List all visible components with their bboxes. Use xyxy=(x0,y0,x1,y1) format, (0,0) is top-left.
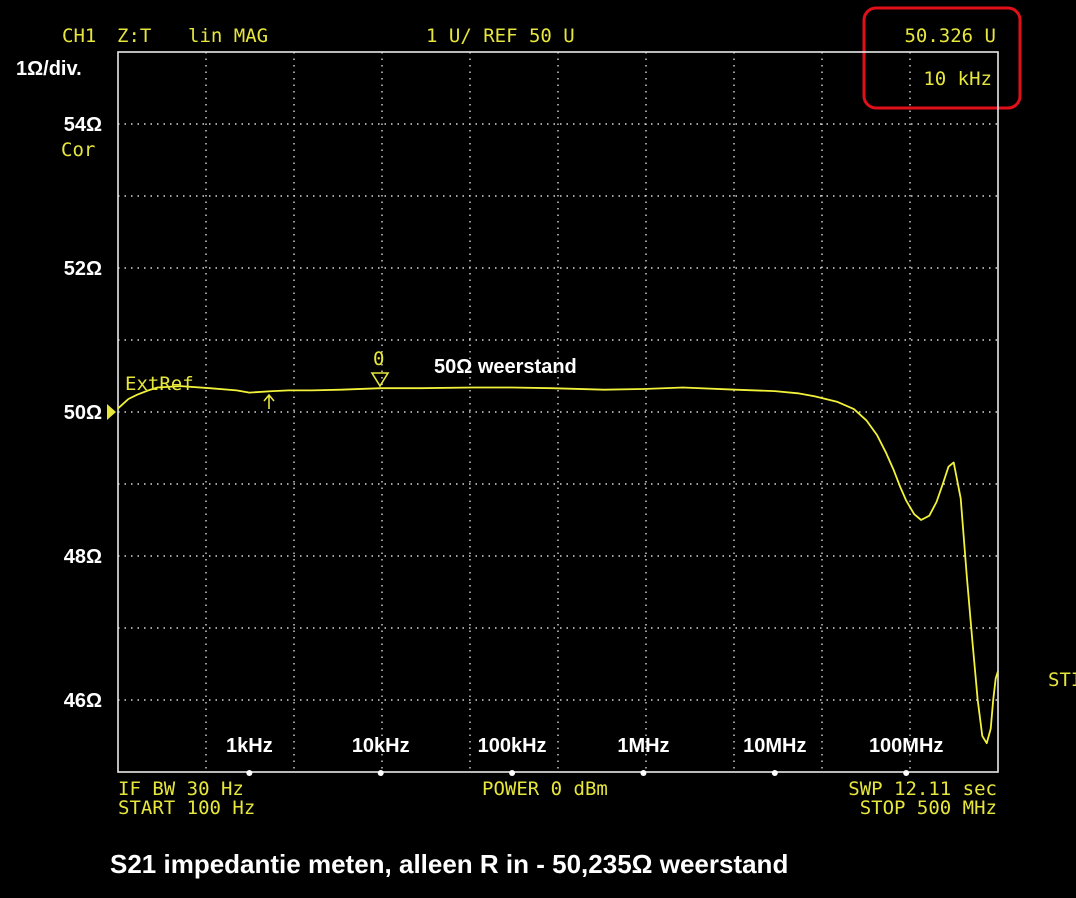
vna-screen: CH1 Z:T lin MAG 1 U/ REF 50 U 50.326 U 1… xyxy=(16,6,1076,879)
x-tick-dot xyxy=(377,770,384,776)
x-tick-label: 1kHz xyxy=(226,735,273,757)
marker-number: 0 xyxy=(373,348,384,370)
right-edge-label: STI xyxy=(1048,669,1076,691)
x-tick-label: 1MHz xyxy=(617,735,669,757)
x-tick-label: 10MHz xyxy=(743,735,806,757)
x-tick-dot xyxy=(903,770,910,776)
stop-label: STOP 500 MHz xyxy=(860,797,997,819)
x-tick-label: 10kHz xyxy=(352,735,410,757)
x-tick-dot xyxy=(771,770,778,776)
power-label: POWER 0 dBm xyxy=(482,778,608,800)
x-tick-dot xyxy=(246,770,253,776)
format-label: Z:T xyxy=(117,25,151,47)
div-label: 1Ω/div. xyxy=(16,58,82,80)
x-tick-label: 100MHz xyxy=(869,735,943,757)
y-tick-label: 52Ω xyxy=(64,258,102,280)
x-tick-dot xyxy=(640,770,647,776)
y-tick-label: 48Ω xyxy=(64,546,102,568)
extref-label: ExtRef xyxy=(125,373,194,395)
start-label: START 100 Hz xyxy=(118,797,255,819)
y-tick-label: 46Ω xyxy=(64,690,102,712)
y-tick-label: 54Ω xyxy=(64,114,102,136)
x-tick-dot xyxy=(509,770,516,776)
cor-label: Cor xyxy=(61,139,95,161)
y-tick-label: 50Ω xyxy=(64,402,102,424)
x-tick-label: 100kHz xyxy=(478,735,547,757)
reference-arrow-icon xyxy=(107,404,116,420)
marker-highlight-box xyxy=(862,6,1022,110)
caption: S21 impedantie meten, alleen R in - 50,2… xyxy=(110,849,788,879)
start-pointer-icon xyxy=(263,393,275,409)
grid xyxy=(118,52,998,772)
marker-triangle-icon xyxy=(370,372,390,388)
marker-freq-readout: 10 kHz xyxy=(923,68,992,90)
trace-label: 50Ω weerstand xyxy=(434,356,577,378)
channel-label: CH1 xyxy=(62,25,96,47)
scale-mode-label: lin MAG xyxy=(188,25,268,47)
scale-ref-label: 1 U/ REF 50 U xyxy=(426,25,575,47)
marker-value-readout: 50.326 U xyxy=(904,25,996,47)
